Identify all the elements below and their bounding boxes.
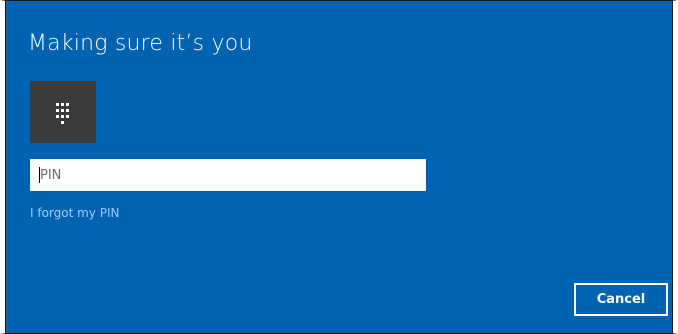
dialog-title: Making sure it’s you	[28, 31, 253, 56]
cancel-button[interactable]: Cancel	[573, 282, 669, 317]
forgot-pin-link[interactable]: I forgot my PIN	[30, 206, 119, 220]
pin-input[interactable]	[30, 159, 426, 191]
security-dialog: Making sure it’s you I forgot my PIN Can…	[0, 0, 678, 334]
pin-keypad-icon	[30, 81, 96, 143]
text-caret	[39, 167, 40, 183]
keypad-glyph	[56, 103, 69, 124]
